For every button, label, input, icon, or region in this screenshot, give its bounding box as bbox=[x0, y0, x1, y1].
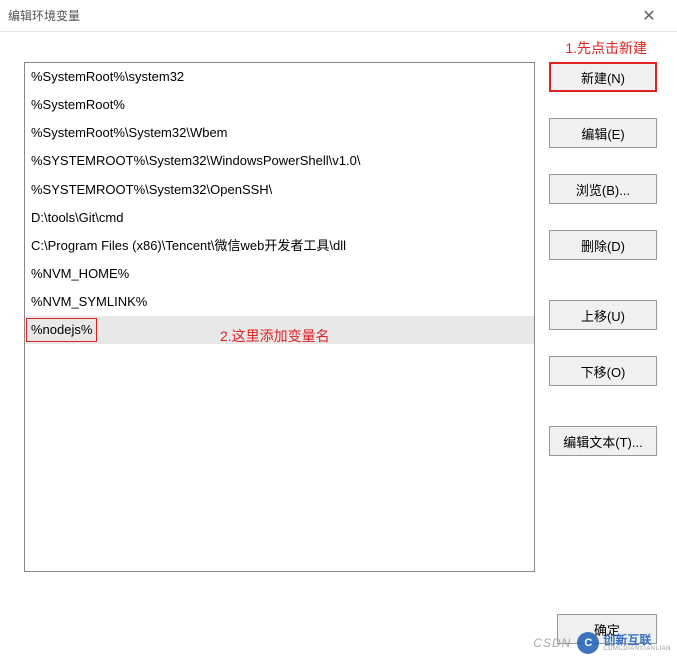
bottom-buttons: 确定 bbox=[24, 598, 657, 644]
list-item-selected[interactable]: %nodejs% bbox=[25, 316, 534, 344]
delete-button[interactable]: 删除(D) bbox=[549, 230, 657, 260]
close-icon[interactable]: ✕ bbox=[629, 2, 669, 30]
list-item[interactable]: %NVM_HOME% bbox=[25, 260, 534, 288]
titlebar: 编辑环境变量 ✕ bbox=[0, 0, 677, 32]
move-down-button[interactable]: 下移(O) bbox=[549, 356, 657, 386]
edit-button[interactable]: 编辑(E) bbox=[549, 118, 657, 148]
list-item[interactable]: D:\tools\Git\cmd bbox=[25, 204, 534, 232]
new-button[interactable]: 新建(N) bbox=[549, 62, 657, 92]
path-listbox[interactable]: %SystemRoot%\system32 %SystemRoot% %Syst… bbox=[24, 62, 535, 572]
list-item[interactable]: C:\Program Files (x86)\Tencent\微信web开发者工… bbox=[25, 232, 534, 260]
main-row: %SystemRoot%\system32 %SystemRoot% %Syst… bbox=[24, 62, 657, 598]
watermark-brand-en: CDMCDIANXIANLIAN bbox=[603, 646, 671, 652]
list-item[interactable]: %SystemRoot%\system32 bbox=[25, 63, 534, 91]
selected-item-text: %nodejs% bbox=[26, 318, 97, 342]
dialog-body: 1.先点击新建 %SystemRoot%\system32 %SystemRoo… bbox=[0, 32, 677, 664]
annotation-step1: 1.先点击新建 bbox=[565, 38, 647, 58]
move-up-button[interactable]: 上移(U) bbox=[549, 300, 657, 330]
browse-button[interactable]: 浏览(B)... bbox=[549, 174, 657, 204]
button-column: 新建(N) 编辑(E) 浏览(B)... 删除(D) 上移(U) 下移(O) 编… bbox=[549, 62, 657, 598]
list-item[interactable]: %SYSTEMROOT%\System32\OpenSSH\ bbox=[25, 176, 534, 204]
list-item[interactable]: %SYSTEMROOT%\System32\WindowsPowerShell\… bbox=[25, 147, 534, 175]
edit-text-button[interactable]: 编辑文本(T)... bbox=[549, 426, 657, 456]
list-item[interactable]: %SystemRoot%\System32\Wbem bbox=[25, 119, 534, 147]
list-item[interactable]: %NVM_SYMLINK% bbox=[25, 288, 534, 316]
dialog-title: 编辑环境变量 bbox=[8, 7, 629, 24]
list-item[interactable]: %SystemRoot% bbox=[25, 91, 534, 119]
ok-button[interactable]: 确定 bbox=[557, 614, 657, 644]
